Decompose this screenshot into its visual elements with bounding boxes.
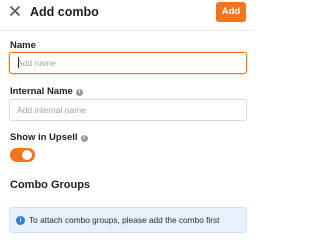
name-label: Name	[10, 40, 36, 52]
internal-name-label: Internal Name i	[10, 86, 83, 98]
info-icon: i	[16, 215, 25, 225]
show-in-upsell-label-text: Show in Upsell	[10, 132, 78, 143]
page-title: Add combo	[30, 5, 99, 19]
show-in-upsell-toggle[interactable]	[10, 148, 35, 162]
panel-header: Add combo Add	[0, 0, 254, 28]
info-icon[interactable]: i	[75, 88, 83, 96]
internal-name-label-text: Internal Name	[10, 86, 73, 97]
info-icon[interactable]: i	[80, 134, 88, 142]
notice-text: To attach combo groups, please add the c…	[29, 215, 220, 225]
name-label-text: Name	[10, 40, 36, 51]
show-in-upsell-label: Show in Upsell i	[10, 132, 88, 144]
toggle-knob	[22, 150, 32, 160]
add-button[interactable]: Add	[216, 2, 246, 22]
name-input[interactable]	[9, 52, 247, 74]
add-combo-panel: Add combo Add Name Internal Name i Show …	[0, 0, 254, 246]
header-divider	[0, 30, 254, 31]
close-button[interactable]	[8, 4, 22, 18]
internal-name-input[interactable]	[9, 99, 247, 121]
combo-groups-notice: i To attach combo groups, please add the…	[9, 207, 247, 233]
text-cursor	[18, 57, 19, 68]
close-icon	[10, 6, 20, 16]
combo-groups-title: Combo Groups	[10, 179, 91, 191]
